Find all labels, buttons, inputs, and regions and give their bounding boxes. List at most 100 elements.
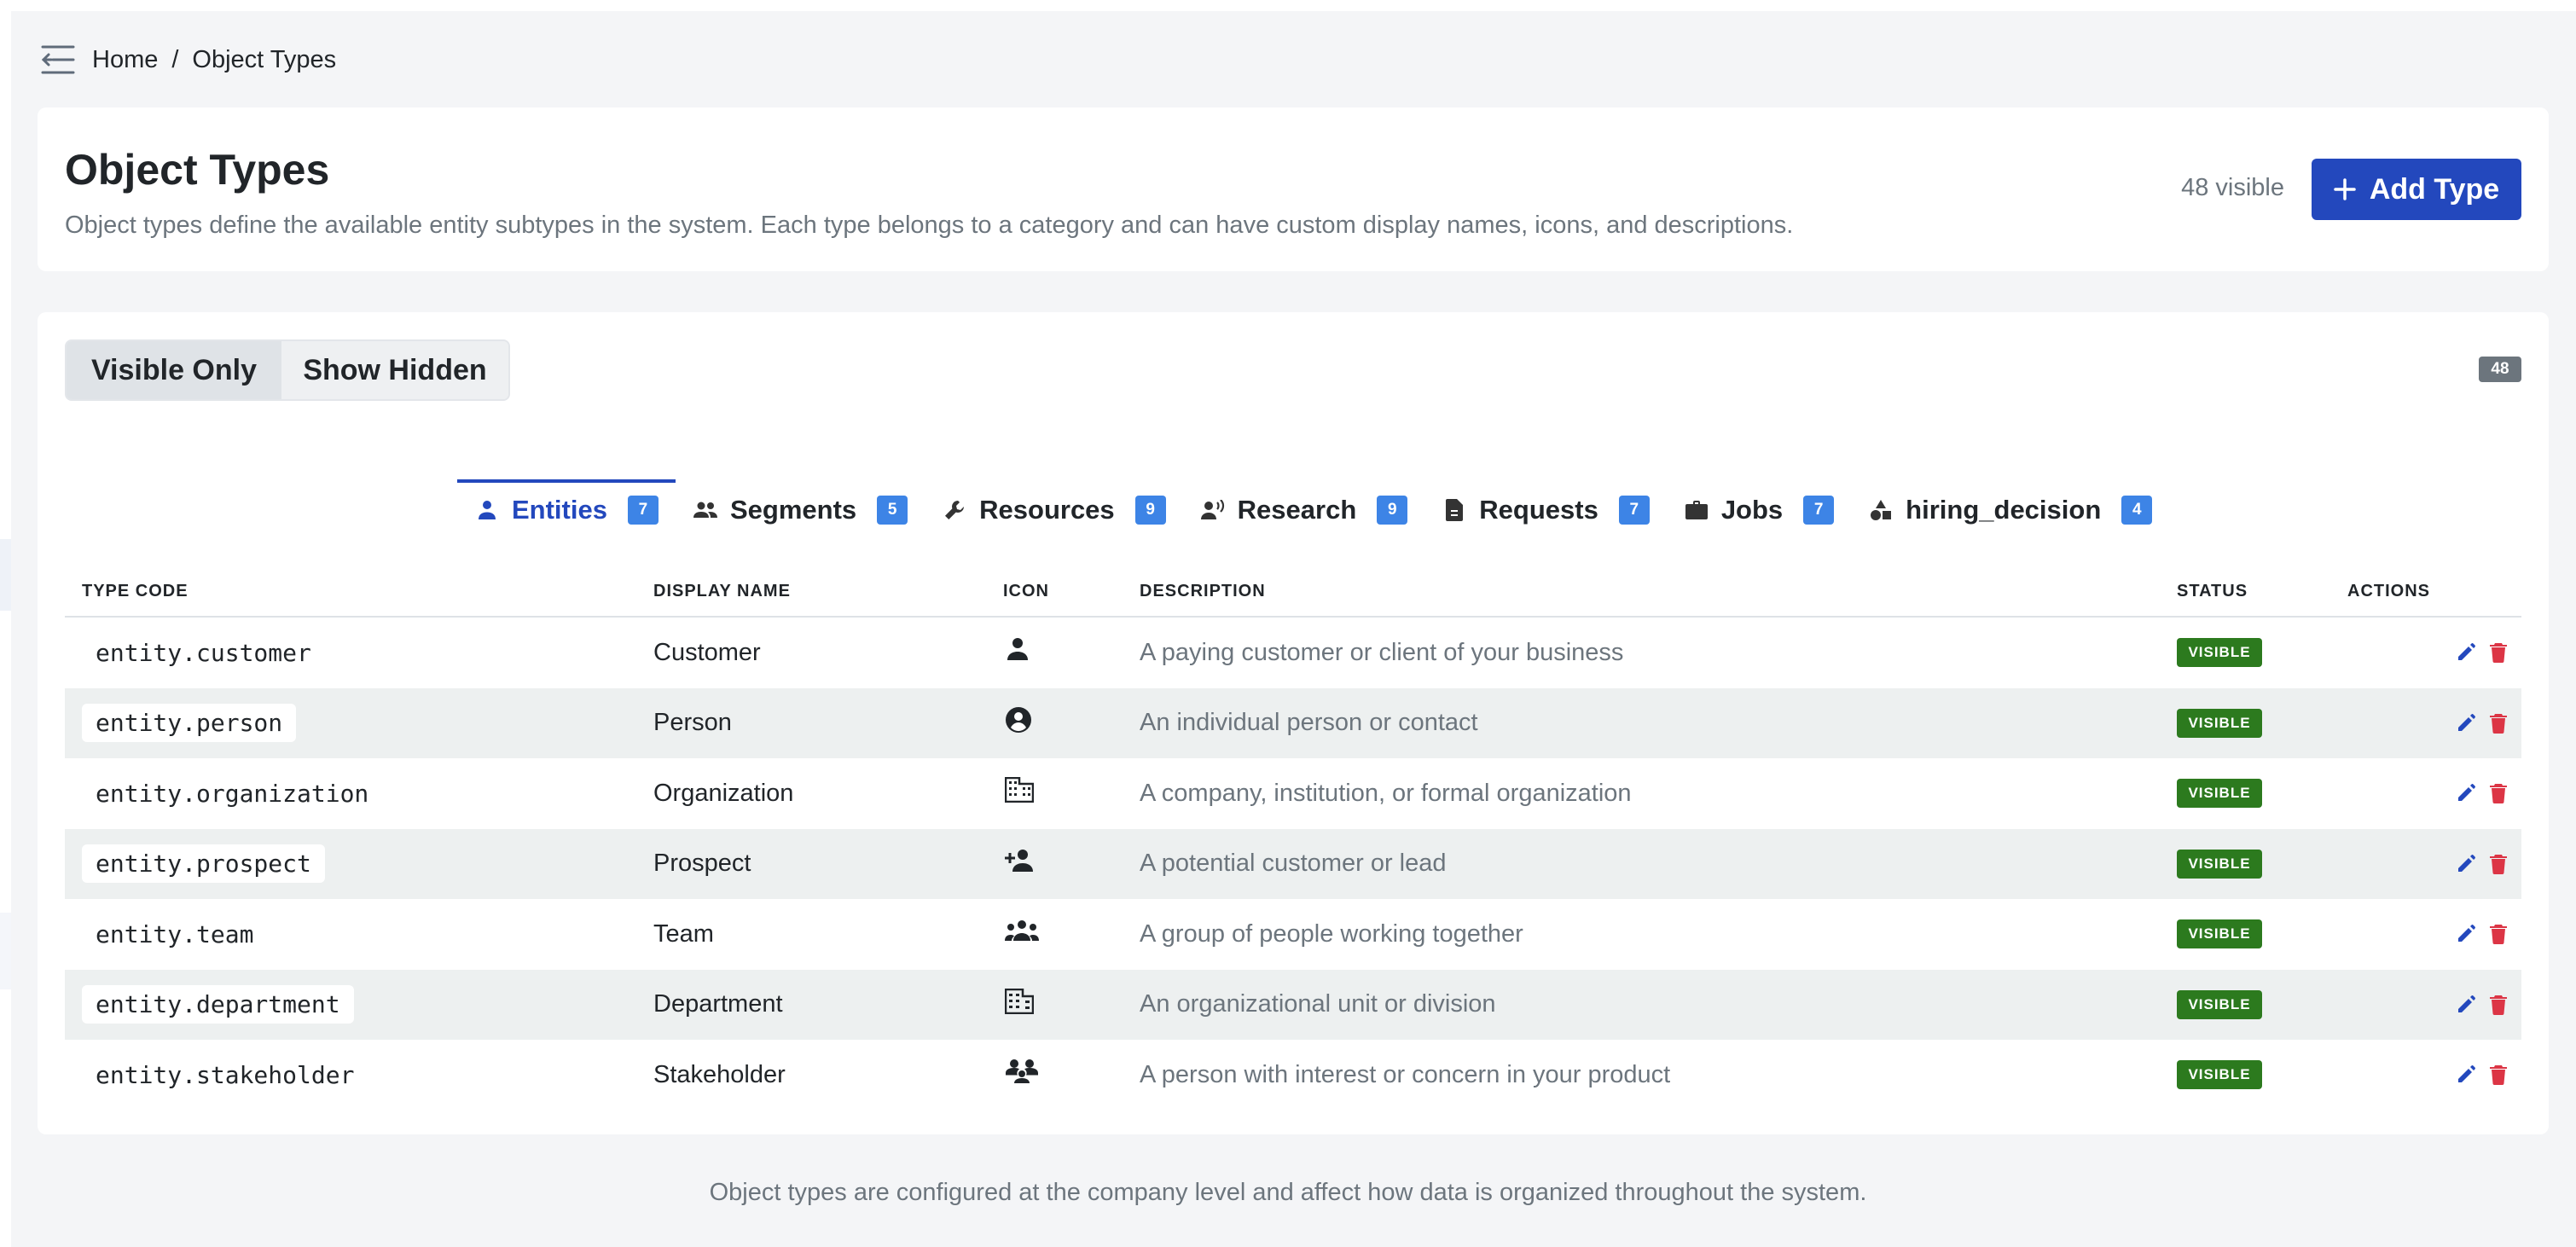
page-title: Object Types <box>65 146 330 194</box>
tab-count-badge: 7 <box>1618 496 1650 525</box>
delete-icon[interactable] <box>2487 641 2509 664</box>
table-row[interactable]: entity.stakeholder Stakeholder A person … <box>65 1040 2521 1111</box>
table-row[interactable]: entity.team Team A group of people worki… <box>65 899 2521 970</box>
tab-label: Segments <box>729 495 857 525</box>
tab-resources[interactable]: Resources 9 <box>925 479 1183 537</box>
person-add-icon <box>1005 849 1036 879</box>
tab-segments[interactable]: Segments 5 <box>676 479 925 537</box>
tab-label: hiring_decision <box>1906 495 2102 525</box>
tab-entities[interactable]: Entities 7 <box>457 479 676 537</box>
edit-icon[interactable] <box>2455 994 2477 1016</box>
building-icon <box>1004 777 1035 809</box>
display-name: Team <box>653 919 714 948</box>
type-code: entity.stakeholder <box>96 1060 355 1089</box>
tab-label: Research <box>1237 495 1357 525</box>
show-hidden-toggle[interactable]: Show Hidden <box>281 341 508 399</box>
sidebar-toggle-icon[interactable] <box>41 43 75 77</box>
object-types-card: Visible Only Show Hidden 48 Entities 7 S… <box>38 312 2549 1134</box>
delete-icon[interactable] <box>2487 853 2509 875</box>
object-types-table: TYPE CODE DISPLAY NAME ICON DESCRIPTION … <box>65 566 2521 1111</box>
edit-icon[interactable] <box>2455 782 2477 804</box>
edit-icon[interactable] <box>2455 923 2477 945</box>
status-badge: VISIBLE <box>2177 638 2262 668</box>
account-circle-icon <box>1005 706 1032 740</box>
tab-label: Resources <box>979 495 1115 525</box>
table-header: TYPE CODE DISPLAY NAME ICON DESCRIPTION … <box>65 566 2521 618</box>
tab-jobs[interactable]: Jobs 7 <box>1667 479 1851 537</box>
visibility-filter: Visible Only Show Hidden <box>65 339 510 401</box>
edit-icon[interactable] <box>2455 853 2477 875</box>
description: A company, institution, or formal organi… <box>1140 779 1632 807</box>
table-row[interactable]: entity.department Department An organiza… <box>65 969 2521 1040</box>
table-row[interactable]: entity.prospect Prospect A potential cus… <box>65 828 2521 899</box>
visible-only-toggle[interactable]: Visible Only <box>67 341 281 399</box>
display-name: Person <box>653 709 732 737</box>
breadcrumb-separator: / <box>171 45 179 73</box>
column-header-status[interactable]: STATUS <box>2177 582 2347 601</box>
person-icon <box>474 497 500 523</box>
office-building-icon <box>1004 988 1035 1021</box>
tab-count-badge: 4 <box>2121 496 2153 525</box>
briefcase-icon <box>1684 497 1709 523</box>
table-row[interactable]: entity.person Person An individual perso… <box>65 687 2521 758</box>
table-row[interactable]: entity.customer Customer A paying custom… <box>65 618 2521 688</box>
column-header-type-code[interactable]: TYPE CODE <box>65 582 653 601</box>
description: An organizational unit or division <box>1140 990 1496 1018</box>
tab-hiring-decision[interactable]: hiring_decision 4 <box>1851 479 2169 537</box>
status-badge: VISIBLE <box>2177 708 2262 738</box>
column-header-display-name[interactable]: DISPLAY NAME <box>653 582 1003 601</box>
description: A person with interest or concern in you… <box>1140 1060 1671 1088</box>
type-code: entity.person <box>82 704 297 743</box>
category-tabs: Entities 7 Segments 5 Resources 9 Resear… <box>457 479 2169 537</box>
tab-research[interactable]: Research 9 <box>1183 479 1425 537</box>
delete-icon[interactable] <box>2487 782 2509 804</box>
document-icon <box>1442 497 1467 523</box>
description: An individual person or contact <box>1140 709 1478 737</box>
tab-label: Requests <box>1479 495 1598 525</box>
edit-icon[interactable] <box>2455 641 2477 664</box>
display-name: Customer <box>653 638 761 666</box>
add-type-button[interactable]: Add Type <box>2312 159 2521 220</box>
tab-count-badge: 5 <box>877 496 908 525</box>
delete-icon[interactable] <box>2487 923 2509 945</box>
person-icon <box>1005 636 1030 669</box>
edit-icon[interactable] <box>2455 1064 2477 1086</box>
tab-count-badge: 7 <box>1803 496 1835 525</box>
tab-count-badge: 9 <box>1134 496 1166 525</box>
add-type-label: Add Type <box>2369 172 2500 206</box>
delete-icon[interactable] <box>2487 712 2509 734</box>
footer-note: Object types are configured at the compa… <box>709 1179 1867 1206</box>
tab-label: Jobs <box>1720 495 1784 525</box>
breadcrumb-home-link[interactable]: Home <box>92 46 158 74</box>
description: A potential customer or lead <box>1140 850 1447 878</box>
display-name: Department <box>653 990 783 1018</box>
sidebar-edge-indicator <box>0 539 11 611</box>
edit-icon[interactable] <box>2455 712 2477 734</box>
breadcrumb-current: Object Types <box>192 45 337 73</box>
breadcrumb: Home / Object Types <box>41 43 336 77</box>
type-code: entity.team <box>96 919 254 948</box>
shapes-icon <box>1868 497 1894 523</box>
total-count-badge: 48 <box>2479 357 2521 382</box>
tab-count-badge: 9 <box>1377 496 1408 525</box>
voice-icon <box>1200 497 1226 523</box>
table-row[interactable]: entity.organization Organization A compa… <box>65 758 2521 829</box>
status-badge: VISIBLE <box>2177 779 2262 809</box>
display-name: Stakeholder <box>653 1060 786 1088</box>
display-name: Prospect <box>653 850 751 878</box>
tab-count-badge: 7 <box>627 496 659 525</box>
status-badge: VISIBLE <box>2177 1060 2262 1090</box>
page-subtitle: Object types define the available entity… <box>65 212 1794 239</box>
page-header-card: Object Types Object types define the ava… <box>38 107 2549 271</box>
status-badge: VISIBLE <box>2177 849 2262 879</box>
tab-requests[interactable]: Requests 7 <box>1424 479 1667 537</box>
delete-icon[interactable] <box>2487 1064 2509 1086</box>
description: A paying customer or client of your busi… <box>1140 638 1624 666</box>
diversity-icon <box>1005 1058 1039 1091</box>
plus-icon <box>2334 178 2356 200</box>
wrench-icon <box>942 497 967 523</box>
visible-count: 48 visible <box>2181 174 2284 201</box>
column-header-icon: ICON <box>1003 581 1049 600</box>
display-name: Organization <box>653 779 794 807</box>
delete-icon[interactable] <box>2487 994 2509 1016</box>
